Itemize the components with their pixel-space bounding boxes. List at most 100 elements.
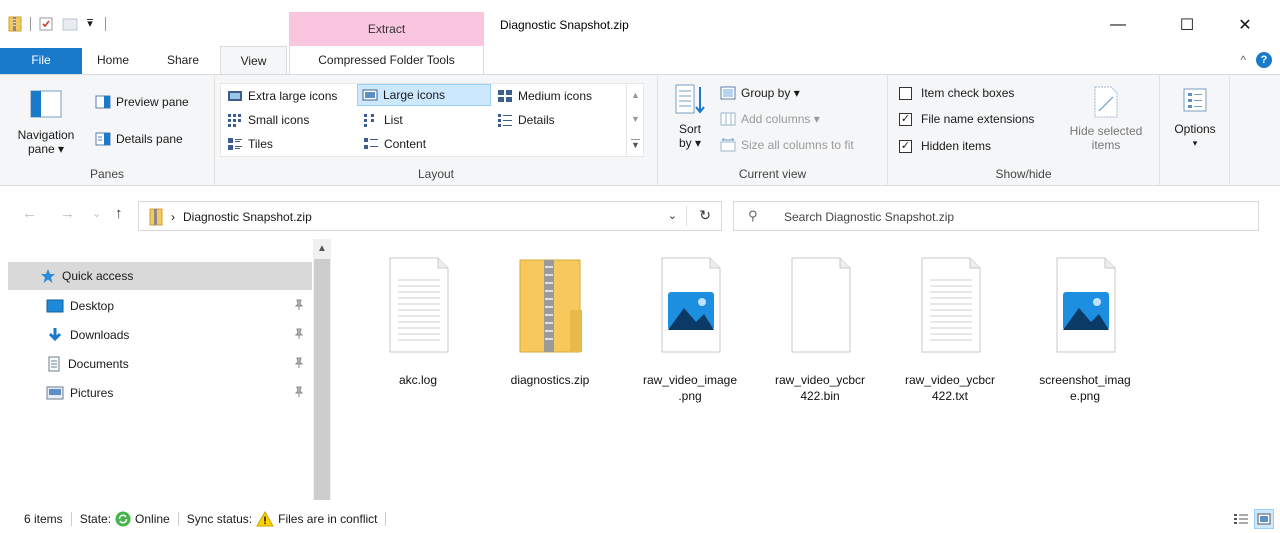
sort-label: Sort	[678, 122, 701, 136]
file-name: diagnostics.zip	[510, 373, 590, 387]
details-pane-icon	[95, 132, 111, 146]
zip-folder-icon	[149, 208, 163, 226]
items-count: 6 items	[0, 512, 71, 526]
options-button[interactable]: Options ▾	[1166, 85, 1224, 150]
file-item-raw-video-image-png[interactable]: raw_video_image .png	[625, 250, 755, 404]
layout-content[interactable]: Content	[359, 133, 430, 155]
preview-pane-button[interactable]: Preview pane	[95, 95, 189, 109]
medium-icons-icon	[498, 90, 512, 102]
hide-selected-items-button[interactable]: Hide selected items	[1060, 85, 1152, 152]
search-box[interactable]: ⚲ Search Diagnostic Snapshot.zip	[733, 201, 1259, 231]
add-columns-label: Add columns ▾	[741, 112, 820, 126]
size-columns-button[interactable]: Size all columns to fit	[720, 138, 854, 152]
forward-button[interactable]: →	[60, 205, 75, 222]
customize-icon[interactable]: ▾	[81, 15, 99, 33]
file-name-extensions-toggle[interactable]: ✓ File name extensions	[899, 112, 1034, 126]
up-button[interactable]: ↑	[115, 205, 123, 222]
extract-contextual-tab[interactable]: Extract	[289, 12, 484, 48]
ribbon-tabs: File Home Share View Compressed Folder T…	[0, 46, 1280, 75]
hidden-items-checkbox[interactable]: ✓	[899, 139, 912, 153]
file-item-raw-video-ycbcr422-txt[interactable]: raw_video_ycbcr 422.txt	[885, 250, 1015, 404]
layout-list[interactable]: List	[359, 109, 407, 131]
pin-icon[interactable]	[294, 299, 304, 314]
nav-item-downloads[interactable]: Downloads	[8, 321, 312, 349]
sort-by-icon	[675, 84, 705, 114]
group-by-button[interactable]: Group by ▾	[720, 86, 800, 100]
nav-item-label: Quick access	[62, 269, 134, 283]
pin-icon[interactable]	[294, 357, 304, 372]
tab-home[interactable]: Home	[82, 46, 144, 74]
pin-icon[interactable]	[294, 328, 304, 343]
nav-item-desktop[interactable]: Desktop	[8, 292, 312, 320]
breadcrumb-separator[interactable]: ›	[171, 210, 175, 224]
layout-large-icons[interactable]: Large icons	[357, 84, 491, 106]
gallery-scroll-down[interactable]: ▼	[631, 114, 640, 124]
refresh-button[interactable]: ↻	[699, 207, 711, 224]
file-name-extensions-checkbox[interactable]: ✓	[899, 112, 912, 126]
details-pane-button[interactable]: Details pane	[95, 132, 183, 146]
nav-item-pictures[interactable]: Pictures	[8, 379, 312, 407]
recent-locations-button[interactable]: ⌄	[92, 207, 101, 220]
large-icons-view-button[interactable]	[1254, 509, 1274, 529]
items-count-label: 6 items	[24, 512, 63, 526]
item-check-boxes-checkbox[interactable]	[899, 86, 912, 100]
new-folder-icon[interactable]	[61, 15, 79, 33]
navigation-pane-button[interactable]: Navigation pane ▾	[14, 89, 78, 156]
help-icon[interactable]: ?	[1256, 52, 1272, 68]
sort-label-2: by ▾	[678, 136, 702, 150]
desktop-icon	[46, 299, 64, 313]
item-check-boxes-label: Item check boxes	[921, 86, 1015, 100]
hide-selected-label: Hide selected	[1069, 124, 1143, 138]
show-hide-group-label: Show/hide	[995, 167, 1052, 181]
tab-share[interactable]: Share	[152, 46, 214, 74]
close-button[interactable]: ✕	[1222, 10, 1268, 40]
nav-item-quick-access[interactable]: Quick access	[8, 262, 312, 290]
pin-icon[interactable]	[294, 386, 304, 401]
layout-tiles[interactable]: Tiles	[223, 133, 277, 155]
maximize-button[interactable]: ☐	[1164, 10, 1210, 40]
file-item-diagnostics-zip[interactable]: diagnostics.zip	[485, 250, 615, 388]
view-toggle	[1231, 509, 1274, 529]
address-bar[interactable]: › Diagnostic Snapshot.zip ⌄ ↻	[138, 201, 722, 231]
nav-pane-scrollbar[interactable]: ▲	[313, 239, 331, 500]
layout-details[interactable]: Details	[493, 109, 559, 131]
address-dropdown-icon[interactable]: ⌄	[668, 209, 677, 222]
sort-by-button[interactable]: Sort by ▾	[670, 83, 710, 150]
file-name: raw_video_image .png	[642, 373, 738, 403]
downloads-icon	[48, 328, 62, 342]
properties-icon[interactable]	[37, 15, 55, 33]
tab-compressed-folder-tools[interactable]: Compressed Folder Tools	[289, 46, 484, 74]
zip-folder-icon[interactable]	[6, 15, 24, 33]
file-item-screenshot-image-png[interactable]: screenshot_imag e.png	[1020, 250, 1150, 404]
collapse-ribbon-icon[interactable]: ^	[1240, 53, 1246, 67]
item-check-boxes-toggle[interactable]: Item check boxes	[899, 86, 1014, 100]
tab-file[interactable]: File	[0, 48, 82, 74]
hidden-items-toggle[interactable]: ✓ Hidden items	[899, 139, 991, 153]
gallery-more[interactable]: ▼	[631, 138, 640, 150]
layout-medium-icons[interactable]: Medium icons	[493, 85, 596, 107]
file-item-raw-video-ycbcr422-bin[interactable]: raw_video_ycbcr 422.bin	[755, 250, 885, 404]
scroll-up-icon[interactable]: ▲	[317, 243, 327, 254]
layout-extra-large-icons[interactable]: Extra large icons	[223, 85, 341, 107]
gallery-scroll-up[interactable]: ▲	[631, 90, 640, 100]
file-item-akc-log[interactable]: akc.log	[353, 250, 483, 388]
text-file-icon	[900, 250, 1000, 360]
scrollbar-thumb[interactable]	[314, 259, 330, 500]
tab-view[interactable]: View	[220, 46, 287, 75]
sync-value: Files are in conflict	[278, 512, 378, 526]
nav-item-label: Pictures	[70, 386, 114, 400]
navigation-pane: Quick access Desktop Downloads Documents…	[0, 239, 332, 504]
file-name: screenshot_imag e.png	[1039, 373, 1131, 403]
back-button[interactable]: ←	[22, 205, 37, 222]
search-input[interactable]: Search Diagnostic Snapshot.zip	[784, 210, 954, 224]
minimize-button[interactable]: —	[1095, 10, 1141, 40]
details-view-button[interactable]	[1231, 509, 1251, 529]
add-columns-button[interactable]: Add columns ▾	[720, 112, 820, 126]
layout-small-icons[interactable]: Small icons	[223, 109, 313, 131]
nav-item-documents[interactable]: Documents	[8, 350, 312, 378]
layout-item-label: Medium icons	[518, 89, 593, 103]
add-columns-icon	[720, 112, 736, 126]
size-columns-label: Size all columns to fit	[741, 138, 854, 152]
large-icons-icon	[362, 89, 378, 101]
breadcrumb-item[interactable]: Diagnostic Snapshot.zip	[183, 210, 312, 224]
